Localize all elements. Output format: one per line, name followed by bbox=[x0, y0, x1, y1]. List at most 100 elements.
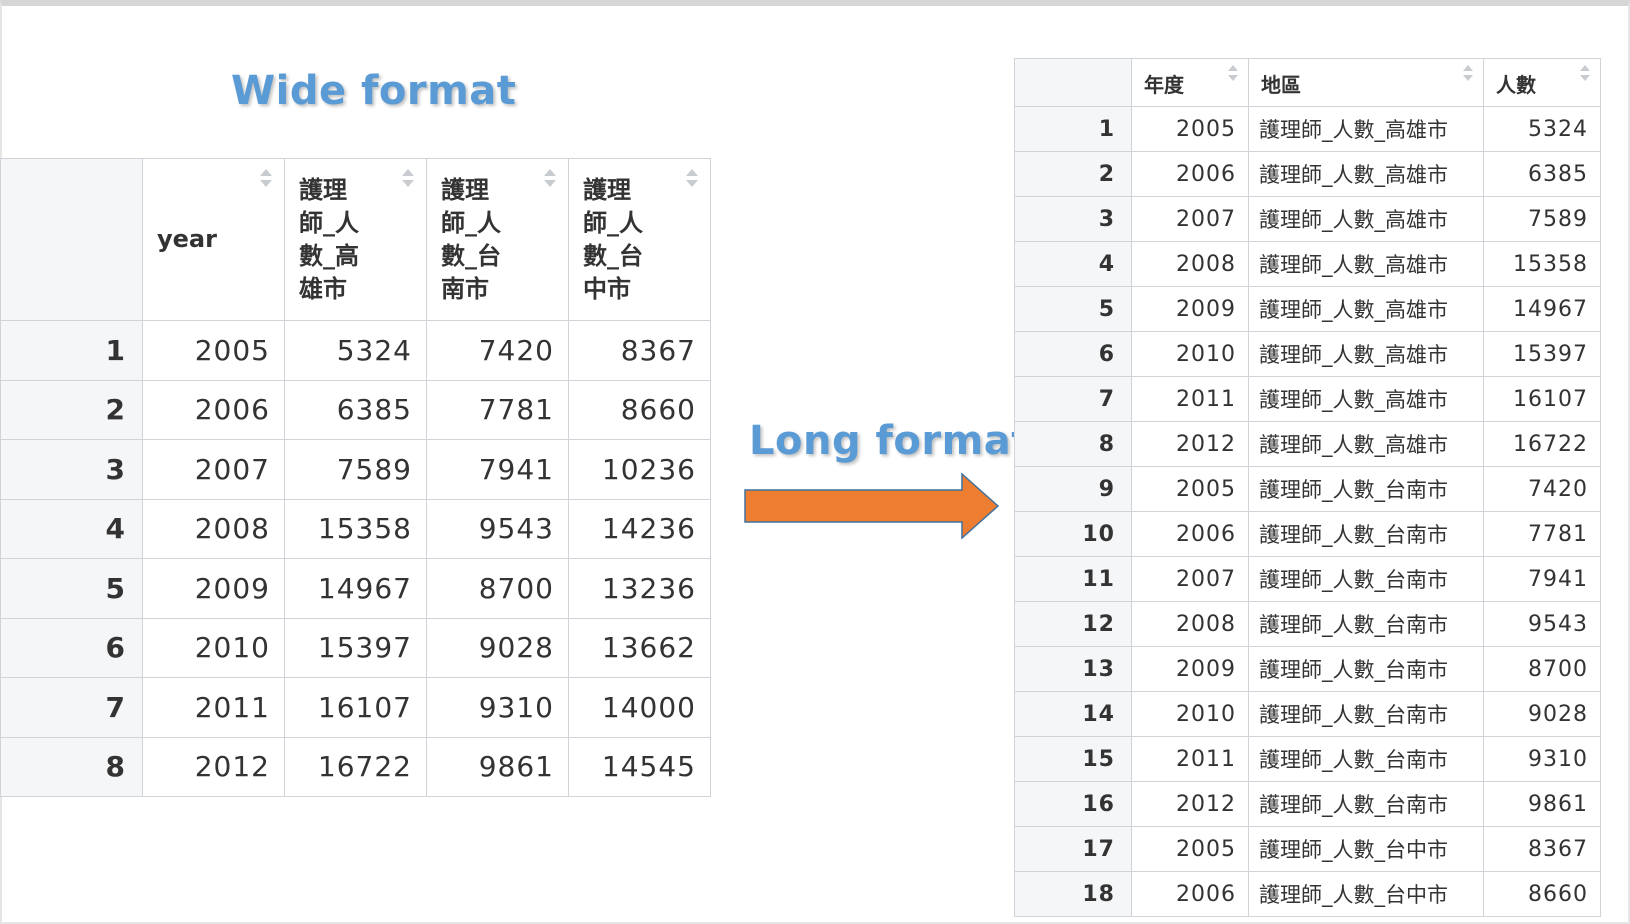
count-cell: 7781 bbox=[1483, 511, 1601, 557]
table-cell: 2012 bbox=[142, 736, 285, 797]
sort-arrows-icon[interactable] bbox=[1463, 65, 1473, 83]
row-index: 5 bbox=[0, 558, 143, 619]
table-row: 5 2009 14967 8700 13236 bbox=[0, 558, 711, 619]
year-cell: 2010 bbox=[1131, 691, 1249, 737]
count-cell: 7589 bbox=[1483, 196, 1601, 242]
row-index: 2 bbox=[1014, 151, 1132, 197]
table-cell: 16722 bbox=[284, 736, 427, 797]
table-row: 7 2011 16107 9310 14000 bbox=[0, 677, 711, 738]
long-header-year[interactable]: 年度 bbox=[1131, 58, 1249, 107]
row-index: 5 bbox=[1014, 286, 1132, 332]
table-cell: 8700 bbox=[426, 558, 569, 619]
table-row: 14 2010 護理師_人數_台南市 9028 bbox=[1014, 691, 1601, 737]
wide-header-taichung[interactable]: 護理 師_人 數_台 中市 bbox=[568, 158, 711, 321]
sort-arrows-icon[interactable] bbox=[686, 169, 698, 191]
right-arrow-shape bbox=[744, 472, 1000, 540]
region-cell: 護理師_人數_高雄市 bbox=[1248, 151, 1484, 197]
row-index: 2 bbox=[0, 379, 143, 440]
table-row: 1 2005 護理師_人數_高雄市 5324 bbox=[1014, 106, 1601, 152]
long-header-region[interactable]: 地區 bbox=[1248, 58, 1484, 107]
wide-header-tainan[interactable]: 護理 師_人 數_台 南市 bbox=[426, 158, 569, 321]
count-cell: 7941 bbox=[1483, 556, 1601, 602]
table-row: 12 2008 護理師_人數_台南市 9543 bbox=[1014, 601, 1601, 647]
row-index: 18 bbox=[1014, 871, 1132, 917]
table-cell: 2008 bbox=[142, 498, 285, 559]
table-row: 6 2010 15397 9028 13662 bbox=[0, 617, 711, 678]
region-cell: 護理師_人數_台南市 bbox=[1248, 736, 1484, 782]
region-cell: 護理師_人數_台南市 bbox=[1248, 466, 1484, 512]
row-index: 8 bbox=[1014, 421, 1132, 467]
long-header-label: 地區 bbox=[1261, 73, 1301, 97]
count-cell: 15358 bbox=[1483, 241, 1601, 287]
long-header-row: 年度 地區 人數 bbox=[1014, 58, 1601, 107]
row-index: 12 bbox=[1014, 601, 1132, 647]
row-index: 3 bbox=[0, 439, 143, 500]
sort-arrows-icon[interactable] bbox=[1580, 65, 1590, 83]
count-cell: 7420 bbox=[1483, 466, 1601, 512]
wide-header-label: 護理 師_人 數_台 中市 bbox=[583, 175, 643, 303]
table-cell: 2007 bbox=[142, 439, 285, 500]
table-cell: 2006 bbox=[142, 379, 285, 440]
table-cell: 2005 bbox=[142, 320, 285, 381]
row-index: 13 bbox=[1014, 646, 1132, 692]
table-row: 2 2006 護理師_人數_高雄市 6385 bbox=[1014, 151, 1601, 197]
year-cell: 2012 bbox=[1131, 781, 1249, 827]
count-cell: 9861 bbox=[1483, 781, 1601, 827]
wide-header-label: year bbox=[157, 225, 217, 253]
count-cell: 9310 bbox=[1483, 736, 1601, 782]
wide-format-title: Wide format bbox=[231, 68, 517, 114]
year-cell: 2010 bbox=[1131, 331, 1249, 377]
row-index: 4 bbox=[0, 498, 143, 559]
sort-arrows-icon[interactable] bbox=[544, 169, 556, 191]
wide-header-year[interactable]: year bbox=[142, 158, 285, 321]
table-row: 17 2005 護理師_人數_台中市 8367 bbox=[1014, 826, 1601, 872]
table-cell: 7941 bbox=[426, 439, 569, 500]
wide-table-body: 1 2005 5324 7420 8367 2 2006 6385 7781 8660 3 2007 7… bbox=[0, 320, 711, 797]
sort-arrows-icon[interactable] bbox=[402, 169, 414, 191]
year-cell: 2011 bbox=[1131, 376, 1249, 422]
region-cell: 護理師_人數_台南市 bbox=[1248, 691, 1484, 737]
long-format-table: 年度 地區 人數 1 2005 護理師_人數_高雄市 5324 2 2006 護理師_人數_… bbox=[1014, 58, 1601, 917]
table-row: 18 2006 護理師_人數_台中市 8660 bbox=[1014, 871, 1601, 917]
table-cell: 14000 bbox=[568, 677, 711, 738]
count-cell: 6385 bbox=[1483, 151, 1601, 197]
table-row: 11 2007 護理師_人數_台南市 7941 bbox=[1014, 556, 1601, 602]
long-header-count[interactable]: 人數 bbox=[1483, 58, 1601, 107]
year-cell: 2005 bbox=[1131, 106, 1249, 152]
count-cell: 5324 bbox=[1483, 106, 1601, 152]
count-cell: 8367 bbox=[1483, 826, 1601, 872]
region-cell: 護理師_人數_台中市 bbox=[1248, 871, 1484, 917]
region-cell: 護理師_人數_台中市 bbox=[1248, 826, 1484, 872]
count-cell: 8660 bbox=[1483, 871, 1601, 917]
region-cell: 護理師_人數_高雄市 bbox=[1248, 106, 1484, 152]
sort-arrows-icon[interactable] bbox=[260, 169, 272, 191]
year-cell: 2006 bbox=[1131, 151, 1249, 197]
year-cell: 2006 bbox=[1131, 511, 1249, 557]
table-row: 4 2008 護理師_人數_高雄市 15358 bbox=[1014, 241, 1601, 287]
row-index: 15 bbox=[1014, 736, 1132, 782]
table-cell: 14967 bbox=[284, 558, 427, 619]
year-cell: 2012 bbox=[1131, 421, 1249, 467]
year-cell: 2008 bbox=[1131, 601, 1249, 647]
long-header-label: 年度 bbox=[1144, 73, 1184, 97]
table-cell: 2011 bbox=[142, 677, 285, 738]
long-table-body: 1 2005 護理師_人數_高雄市 5324 2 2006 護理師_人數_高雄市 6385 3 2… bbox=[1014, 106, 1601, 917]
table-row: 2 2006 6385 7781 8660 bbox=[0, 379, 711, 440]
row-index: 10 bbox=[1014, 511, 1132, 557]
region-cell: 護理師_人數_台南市 bbox=[1248, 556, 1484, 602]
long-index-header bbox=[1014, 58, 1132, 107]
table-cell: 13662 bbox=[568, 617, 711, 678]
region-cell: 護理師_人數_高雄市 bbox=[1248, 376, 1484, 422]
row-index: 7 bbox=[0, 677, 143, 738]
table-row: 3 2007 護理師_人數_高雄市 7589 bbox=[1014, 196, 1601, 242]
row-index: 6 bbox=[0, 617, 143, 678]
row-index: 8 bbox=[0, 736, 143, 797]
count-cell: 9028 bbox=[1483, 691, 1601, 737]
wide-header-kaohsiung[interactable]: 護理 師_人 數_高 雄市 bbox=[284, 158, 427, 321]
table-row: 13 2009 護理師_人數_台南市 8700 bbox=[1014, 646, 1601, 692]
row-index: 1 bbox=[1014, 106, 1132, 152]
region-cell: 護理師_人數_高雄市 bbox=[1248, 331, 1484, 377]
wide-header-row: year 護理 師_人 數_高 雄市 護理 師_人 數_台 南市 護理 師_人 數_台 中市 bbox=[0, 158, 711, 321]
row-index: 3 bbox=[1014, 196, 1132, 242]
sort-arrows-icon[interactable] bbox=[1228, 65, 1238, 83]
